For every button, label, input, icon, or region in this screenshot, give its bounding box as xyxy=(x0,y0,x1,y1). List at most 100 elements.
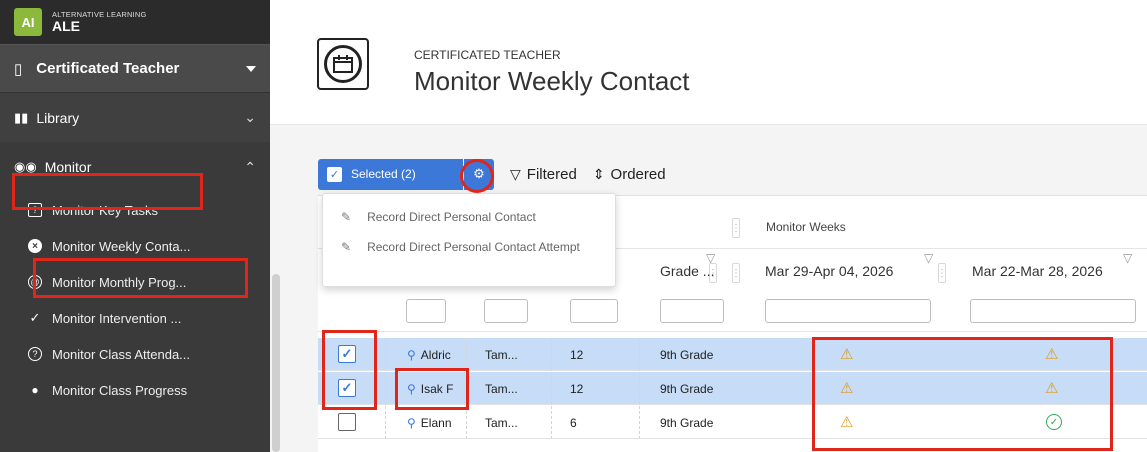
student-name-link[interactable]: ⚲ Elann xyxy=(407,416,462,430)
chevron-down-icon: ⌄ xyxy=(244,109,256,125)
sidebar-item-class-attendance[interactable]: ? Monitor Class Attenda... xyxy=(0,336,270,372)
warning-icon[interactable]: ⚠ xyxy=(840,345,853,363)
check-icon: ✓ xyxy=(327,166,342,182)
filter-icon: ▽ xyxy=(924,251,934,265)
check-icon: ✓ xyxy=(29,310,41,325)
row-checkbox[interactable] xyxy=(338,413,356,431)
warning-icon[interactable]: ⚠ xyxy=(840,413,853,431)
caret-down-icon xyxy=(246,65,256,72)
sidebar-item-key-tasks[interactable]: ? Monitor Key Tasks xyxy=(0,192,270,228)
age-cell: 12 xyxy=(570,348,584,362)
sidebar-item-label: Monitor Class Progress xyxy=(52,382,188,398)
menu-item-label: Record Direct Personal Contact Attempt xyxy=(367,240,580,254)
student-name-link[interactable]: ⚲ Isak F xyxy=(407,382,462,396)
grid-toolbar: ✓ Selected (2) ⚙ ▽ Filtered ⇕ Ordered xyxy=(318,158,666,190)
brand-name: ALE xyxy=(52,17,80,34)
filter-input-age[interactable] xyxy=(570,299,618,323)
table-row[interactable]: ✓ ⚲ Aldric Tam... 12 9th Grade ⚠ ⚠ xyxy=(318,338,1147,371)
filter-input-week1[interactable] xyxy=(765,299,931,323)
filter-input-week2[interactable] xyxy=(970,299,1136,323)
nav-library-label: Library xyxy=(36,109,80,126)
books-icon: ▮▮ xyxy=(14,109,29,125)
sidebar-item-intervention[interactable]: ✓ Monitor Intervention ... xyxy=(0,300,270,336)
age-cell: 6 xyxy=(570,416,577,430)
grade-cell: 9th Grade xyxy=(660,416,714,430)
warning-icon[interactable]: ⚠ xyxy=(840,379,853,397)
sidebar-scrollbar[interactable] xyxy=(272,274,280,452)
calendar-check-icon xyxy=(317,38,369,90)
gear-button[interactable]: ⚙ xyxy=(464,158,494,190)
grade-cell: 9th Grade xyxy=(660,348,714,362)
section-title: Certificated Teacher xyxy=(36,60,180,77)
sidebar-item-label: Monitor Intervention ... xyxy=(52,310,182,326)
chevron-up-icon: ⌃ xyxy=(244,158,256,175)
filter-input-name[interactable] xyxy=(406,299,446,323)
page-header: CERTIFICATED TEACHER Monitor Weekly Cont… xyxy=(270,0,1147,125)
column-header-grade[interactable]: Grade ... xyxy=(660,263,714,279)
filter-input-grade[interactable] xyxy=(660,299,724,323)
student-name: Elann xyxy=(420,416,452,430)
page-subtitle: CERTIFICATED TEACHER xyxy=(414,48,561,62)
sidebar-item-label: Monitor Class Attenda... xyxy=(52,346,191,362)
at-circle-icon: @ xyxy=(28,275,42,289)
brand-logo: AI xyxy=(14,8,42,36)
menu-item-record-contact[interactable]: ✎ Record Direct Personal Contact xyxy=(323,202,615,232)
warning-icon[interactable]: ⚠ xyxy=(1045,379,1058,397)
section-selector[interactable]: ▯ Certificated Teacher xyxy=(0,44,270,92)
row-checkbox[interactable]: ✓ xyxy=(338,345,356,363)
filter-input-teacher[interactable] xyxy=(484,299,528,323)
sidebar-item-label: Monitor Weekly Conta... xyxy=(52,238,191,254)
sidebar-item-label: Monitor Key Tasks xyxy=(52,202,158,218)
warning-icon[interactable]: ⚠ xyxy=(1045,345,1058,363)
filtered-label: Filtered xyxy=(526,165,577,183)
sidebar-item-monthly-progress[interactable]: @ Monitor Monthly Prog... xyxy=(0,264,270,300)
selected-button[interactable]: ✓ Selected (2) xyxy=(318,158,463,190)
pencil-icon: ✎ xyxy=(341,240,352,254)
filter-icon: ▽ xyxy=(1123,251,1133,265)
ordered-label: Ordered xyxy=(610,165,666,183)
column-group-monitor-weeks: Monitor Weeks xyxy=(766,220,846,234)
teacher-cell: Tam... xyxy=(485,416,518,430)
teacher-cell: Tam... xyxy=(485,348,518,362)
nav-monitor-label: Monitor xyxy=(44,159,92,175)
column-menu-handle[interactable]: ⋮ xyxy=(731,263,741,283)
filtered-button[interactable]: ▽ Filtered xyxy=(510,166,577,183)
menu-item-label: Record Direct Personal Contact xyxy=(367,210,536,224)
search-icon: ⚲ xyxy=(407,348,416,362)
sidebar: AI ALTERNATIVE LEARNING ALE ▯ Certificat… xyxy=(0,0,270,452)
question-circle-icon: ? xyxy=(28,347,42,361)
question-square-icon: ? xyxy=(28,203,42,217)
page-title: Monitor Weekly Contact xyxy=(414,66,690,96)
ordered-button[interactable]: ⇕ Ordered xyxy=(593,166,666,183)
search-icon: ⚲ xyxy=(407,416,416,430)
sidebar-item-class-progress[interactable]: ● Monitor Class Progress xyxy=(0,372,270,408)
filter-row xyxy=(318,292,1147,332)
student-name: Aldric xyxy=(420,348,451,362)
x-circle-icon: × xyxy=(28,239,42,253)
table-row[interactable]: ⚲ Elann Tam... 6 9th Grade ⚠ ✓ xyxy=(318,406,1147,439)
table-row[interactable]: ✓ ⚲ Isak F Tam... 12 9th Grade ⚠ ⚠ xyxy=(318,372,1147,405)
selected-label: Selected (2) xyxy=(351,167,416,181)
column-header-week2[interactable]: Mar 22-Mar 28, 2026 xyxy=(972,263,1103,279)
nav-library[interactable]: ▮▮ Library ⌄ xyxy=(0,92,270,142)
student-name-link[interactable]: ⚲ Aldric xyxy=(407,348,462,362)
selection-actions-menu: ✎ Record Direct Personal Contact ✎ Recor… xyxy=(322,193,616,287)
sort-icon: ⇕ xyxy=(592,165,605,182)
pencil-icon: ✎ xyxy=(341,210,352,224)
nav-monitor[interactable]: ◉◉ Monitor ⌃ xyxy=(0,142,270,192)
row-checkbox[interactable]: ✓ xyxy=(338,379,356,397)
menu-item-record-contact-attempt[interactable]: ✎ Record Direct Personal Contact Attempt xyxy=(323,232,615,262)
people-icon: ● xyxy=(31,383,39,397)
sidebar-item-weekly-contact[interactable]: × Monitor Weekly Conta... xyxy=(0,228,270,264)
search-icon: ⚲ xyxy=(407,382,416,396)
check-circle-icon[interactable]: ✓ xyxy=(1046,414,1062,430)
column-menu-handle[interactable]: ⋮ xyxy=(731,218,741,238)
brand[interactable]: AI ALTERNATIVE LEARNING ALE xyxy=(0,0,270,44)
teacher-cell: Tam... xyxy=(485,382,518,396)
column-header-week1[interactable]: Mar 29-Apr 04, 2026 xyxy=(765,263,893,279)
sidebar-item-label: Monitor Monthly Prog... xyxy=(52,274,187,290)
grade-cell: 9th Grade xyxy=(660,382,714,396)
column-menu-handle[interactable]: ⋮ xyxy=(937,263,947,283)
student-name: Isak F xyxy=(420,382,454,396)
age-cell: 12 xyxy=(570,382,584,396)
